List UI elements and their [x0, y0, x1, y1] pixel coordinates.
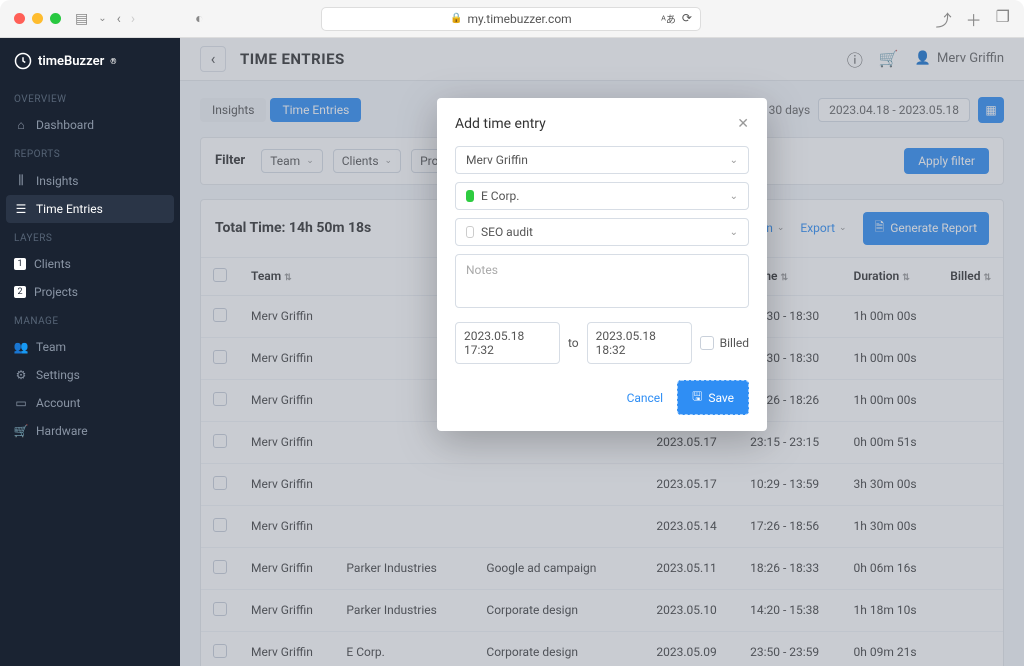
billed-checkbox[interactable]	[700, 336, 714, 350]
one-icon: 1	[14, 258, 26, 270]
client-color-swatch	[466, 190, 474, 202]
nav-time-entries[interactable]: ☰Time Entries	[6, 195, 174, 223]
close-window-icon[interactable]	[14, 13, 25, 24]
nav-dashboard[interactable]: ⌂Dashboard	[0, 111, 180, 139]
browser-chrome: ▤ ⌄ ‹ › ◐ 🔒 my.timebuzzer.com ᴬあ ⟳ ⤴ ＋ ❐	[0, 0, 1024, 38]
list-icon: ☰	[14, 202, 28, 216]
tabs-icon[interactable]: ❐	[996, 7, 1010, 31]
save-icon: 🖫	[692, 387, 702, 408]
notes-input[interactable]: Notes	[455, 254, 749, 308]
share-icon[interactable]: ⤴	[936, 7, 952, 31]
section-overview: OVERVIEW	[0, 84, 180, 111]
nav-clients[interactable]: 1Clients	[0, 250, 180, 278]
nav-hardware[interactable]: 🛒Hardware	[0, 417, 180, 445]
close-icon[interactable]: ✕	[737, 116, 749, 132]
new-tab-icon[interactable]: ＋	[966, 7, 982, 31]
chevron-down-icon: ⌄	[730, 155, 738, 166]
save-button[interactable]: 🖫Save	[677, 380, 749, 415]
brand-logo[interactable]: timeBuzzer®	[0, 38, 180, 84]
modal-project-select[interactable]: SEO audit⌄	[455, 218, 749, 246]
sidebar: timeBuzzer® OVERVIEW ⌂Dashboard REPORTS …	[0, 38, 180, 666]
url-text: my.timebuzzer.com	[468, 12, 572, 26]
nav-projects[interactable]: 2Projects	[0, 278, 180, 306]
modal-title: Add time entry	[455, 116, 546, 132]
sidebar-toggle-icon[interactable]: ▤	[75, 11, 88, 27]
modal-user-select[interactable]: Merv Griffin⌄	[455, 146, 749, 174]
modal-overlay: Add time entry ✕ Merv Griffin⌄ E Corp.⌄ …	[180, 38, 1024, 666]
section-reports: REPORTS	[0, 139, 180, 166]
two-icon: 2	[14, 286, 26, 298]
brand-name: timeBuzzer	[38, 54, 104, 69]
nav-insights[interactable]: ⫼Insights	[0, 166, 180, 195]
cart-icon: 🛒	[14, 424, 28, 438]
people-icon: 👥	[14, 340, 28, 354]
from-datetime-input[interactable]: 2023.05.18 17:32	[455, 322, 560, 364]
chart-icon: ⫼	[14, 173, 28, 188]
window-controls	[14, 13, 61, 24]
modal-client-select[interactable]: E Corp.⌄	[455, 182, 749, 210]
address-bar[interactable]: 🔒 my.timebuzzer.com ᴬあ ⟳	[321, 7, 701, 31]
nav-back-icon[interactable]: ‹	[117, 11, 121, 27]
nav-account[interactable]: ▭Account	[0, 389, 180, 417]
cancel-button[interactable]: Cancel	[627, 391, 664, 405]
lock-icon: 🔒	[450, 13, 462, 24]
reader-icon[interactable]: ᴬあ	[661, 11, 676, 26]
add-time-entry-modal: Add time entry ✕ Merv Griffin⌄ E Corp.⌄ …	[437, 98, 767, 431]
project-color-swatch	[466, 226, 474, 238]
shield-icon[interactable]: ◐	[195, 10, 203, 27]
billed-label: Billed	[720, 336, 749, 350]
home-icon: ⌂	[14, 118, 28, 132]
nav-team[interactable]: 👥Team	[0, 333, 180, 361]
chevron-down-icon[interactable]: ⌄	[98, 13, 106, 24]
nav-settings[interactable]: ⚙Settings	[0, 361, 180, 389]
chevron-down-icon: ⌄	[730, 191, 738, 202]
chevron-down-icon: ⌄	[730, 227, 738, 238]
minimize-window-icon[interactable]	[32, 13, 43, 24]
card-icon: ▭	[14, 396, 28, 410]
to-label: to	[568, 336, 579, 350]
reload-icon[interactable]: ⟳	[682, 11, 692, 26]
to-datetime-input[interactable]: 2023.05.18 18:32	[587, 322, 692, 364]
section-layers: LAYERS	[0, 223, 180, 250]
section-manage: MANAGE	[0, 306, 180, 333]
nav-forward-icon[interactable]: ›	[131, 11, 135, 27]
maximize-window-icon[interactable]	[50, 13, 61, 24]
main: ‹ TIME ENTRIES ⓘ 🛒 👤 Merv Griffin Insigh…	[180, 38, 1024, 666]
gear-icon: ⚙	[14, 368, 28, 382]
